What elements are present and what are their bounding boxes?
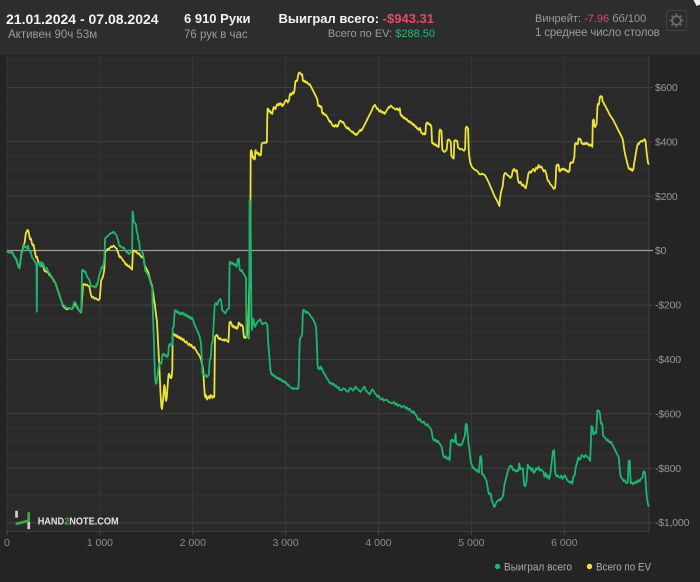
svg-text:-$200: -$200 <box>655 300 681 312</box>
svg-text:3 000: 3 000 <box>272 537 298 549</box>
svg-text:$0: $0 <box>655 245 667 257</box>
svg-text:6 000: 6 000 <box>551 537 577 549</box>
svg-text:0: 0 <box>4 537 10 549</box>
svg-text:HAND2NOTE.COM: HAND2NOTE.COM <box>38 516 119 528</box>
svg-text:$200: $200 <box>655 191 678 203</box>
svg-text:1 000: 1 000 <box>87 537 113 549</box>
svg-text:Выиграл всего: Выиграл всего <box>504 562 572 574</box>
svg-text:4 000: 4 000 <box>365 537 391 549</box>
svg-text:2 000: 2 000 <box>180 537 206 549</box>
svg-text:-$600: -$600 <box>655 408 681 420</box>
svg-text:-$400: -$400 <box>655 354 681 366</box>
svg-text:-$800: -$800 <box>655 463 681 475</box>
svg-text:$400: $400 <box>655 136 678 148</box>
svg-text:Всего по EV: Всего по EV <box>596 562 652 574</box>
svg-text:5 000: 5 000 <box>458 537 484 549</box>
svg-text:$600: $600 <box>655 82 678 94</box>
svg-text:-$1,000: -$1,000 <box>655 517 690 529</box>
